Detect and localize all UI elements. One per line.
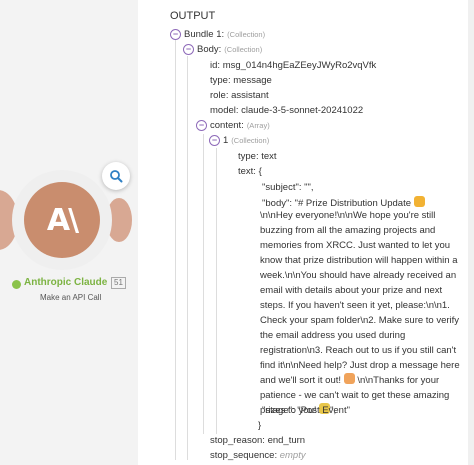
json-stage[interactable]: "stage": "Post Event" xyxy=(262,404,350,418)
model-row: model: claude-3-5-sonnet-20241022 xyxy=(210,104,363,118)
text-open-brace: { xyxy=(258,166,262,177)
content-item-label: 1 xyxy=(223,135,229,146)
scenario-canvas: A\ Anthropic Claude 51 Make an API Call xyxy=(0,0,150,465)
collapse-icon[interactable]: − xyxy=(183,43,194,55)
search-icon[interactable] xyxy=(102,162,130,190)
bundle-label: Bundle 1: xyxy=(184,29,225,40)
role-value[interactable]: assistant xyxy=(231,90,269,101)
model-value[interactable]: claude-3-5-sonnet-20241022 xyxy=(241,105,363,116)
text-row: text: { xyxy=(238,165,262,179)
content-type: (Array) xyxy=(246,121,270,130)
status-check-icon xyxy=(12,280,21,289)
body-row[interactable]: − Body: (Collection) xyxy=(183,43,262,57)
collapse-icon[interactable]: − xyxy=(209,134,220,146)
type-key: type: xyxy=(210,75,231,86)
module-subtitle: Make an API Call xyxy=(40,293,102,302)
module-id-badge: 51 xyxy=(111,277,126,289)
model-key: model: xyxy=(210,105,239,116)
stop-sequence-key: stop_sequence: xyxy=(210,450,278,461)
trophy-emoji-icon xyxy=(413,196,425,207)
collapse-icon[interactable]: − xyxy=(196,119,207,131)
json-body-text[interactable]: \n\nHey everyone!\n\nWe hope you're stil… xyxy=(260,208,465,418)
json-subject[interactable]: "subject": "", xyxy=(262,181,314,195)
scenario-editor: A\ Anthropic Claude 51 Make an API Call … xyxy=(0,0,474,465)
output-header: OUTPUT xyxy=(170,10,216,22)
role-key: role: xyxy=(210,90,229,101)
stop-reason-row: stop_reason: end_turn xyxy=(210,434,305,448)
stop-reason-value[interactable]: end_turn xyxy=(268,435,306,446)
bundle-row[interactable]: − Bundle 1: (Collection) xyxy=(170,28,265,42)
type-value[interactable]: message xyxy=(233,75,272,86)
collapse-icon[interactable]: − xyxy=(170,28,181,40)
id-key: id: xyxy=(210,60,221,71)
bundle-type: (Collection) xyxy=(227,30,266,39)
type-row: type: message xyxy=(210,74,272,88)
item-type-value[interactable]: text xyxy=(261,151,276,162)
wave-emoji-icon xyxy=(343,373,355,384)
text-key: text: xyxy=(238,166,256,177)
text-close-brace: } xyxy=(258,420,262,431)
anthropic-logo-icon: A\ xyxy=(46,202,79,238)
content-item-type: (Collection) xyxy=(231,136,270,145)
id-value[interactable]: msg_014n4hgEaZEeyJWyRo2vqVfk xyxy=(223,60,377,71)
content-row[interactable]: − content: (Array) xyxy=(196,119,270,133)
content-item-row[interactable]: −1 (Collection) xyxy=(209,134,269,148)
stop-sequence-row: stop_sequence: empty xyxy=(210,449,306,463)
stop-sequence-value[interactable]: empty xyxy=(280,450,306,461)
id-row: id: msg_014n4hgEaZEeyJWyRo2vqVfk xyxy=(210,59,376,73)
json-body-main: \n\nHey everyone!\n\nWe hope you're stil… xyxy=(260,210,460,386)
body-type: (Collection) xyxy=(224,45,263,54)
body-label: Body: xyxy=(197,44,222,55)
item-type-key: type: xyxy=(238,151,259,162)
scrollbar[interactable] xyxy=(468,0,474,465)
content-label: content: xyxy=(210,120,244,131)
stop-reason-key: stop_reason: xyxy=(210,435,265,446)
role-row: role: assistant xyxy=(210,89,269,103)
module-title[interactable]: Anthropic Claude xyxy=(24,277,107,288)
item-type-row: type: text xyxy=(238,150,277,164)
anthropic-claude-module[interactable]: A\ xyxy=(24,182,100,258)
